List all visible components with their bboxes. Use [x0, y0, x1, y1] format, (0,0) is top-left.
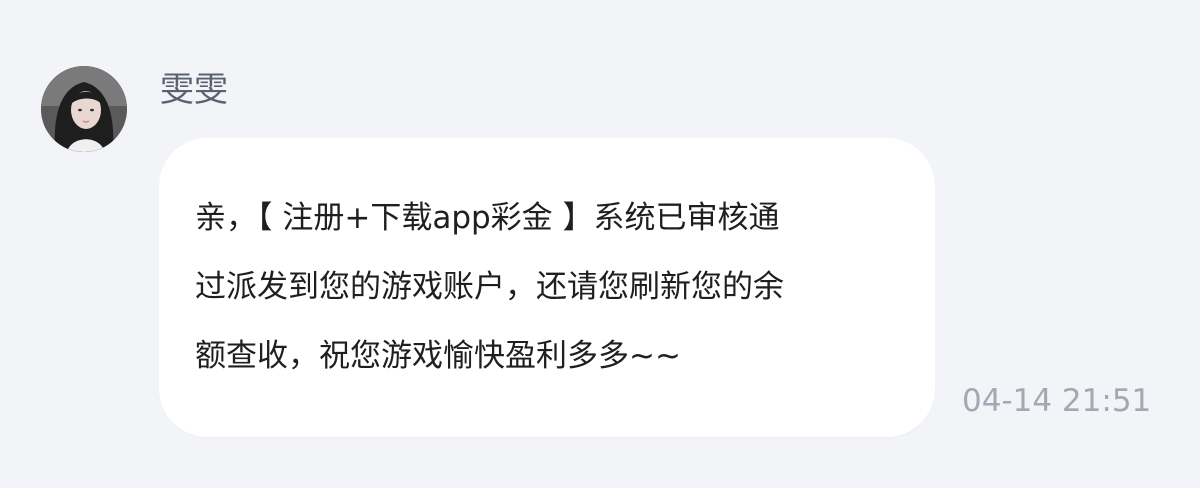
avatar[interactable] [41, 66, 127, 152]
message-text: 亲，【 注册+下载app彩金 】系统已审核通 过派发到您的游戏账户，还请您刷新您… [195, 172, 899, 403]
sender-name: 雯雯 [160, 70, 228, 110]
message-line: 额查收，祝您游戏愉快盈利多多~~ [195, 338, 681, 374]
message-bubble[interactable]: 亲，【 注册+下载app彩金 】系统已审核通 过派发到您的游戏账户，还请您刷新您… [159, 138, 935, 437]
message-timestamp: 04-14 21:51 [962, 383, 1152, 419]
avatar-portrait-icon [41, 66, 127, 152]
